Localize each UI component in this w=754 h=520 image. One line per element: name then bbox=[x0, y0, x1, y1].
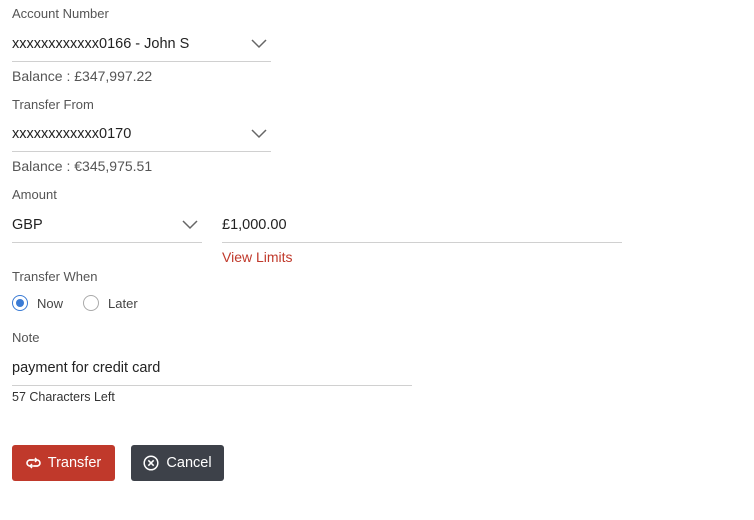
transfer-from-value: xxxxxxxxxxxx0170 bbox=[12, 125, 132, 142]
note-label: Note bbox=[12, 330, 40, 345]
currency-select[interactable]: GBP bbox=[12, 207, 202, 243]
radio-later[interactable] bbox=[83, 295, 100, 311]
account-balance: Balance : £347,997.22 bbox=[12, 68, 153, 84]
chevron-down-icon bbox=[251, 128, 267, 138]
transfer-button-label: Transfer bbox=[47, 455, 102, 471]
note-input[interactable]: payment for credit card bbox=[12, 350, 412, 386]
currency-value: GBP bbox=[12, 216, 43, 233]
chevron-down-icon bbox=[182, 219, 198, 229]
transfer-when-radio-group: Now Later bbox=[12, 295, 158, 311]
transfer-button[interactable]: Transfer bbox=[12, 445, 115, 481]
account-number-label: Account Number bbox=[12, 6, 109, 21]
account-number-select[interactable]: xxxxxxxxxxxx0166 - John S bbox=[12, 26, 271, 62]
account-number-value: xxxxxxxxxxxx0166 - John S bbox=[12, 35, 190, 52]
chevron-down-icon bbox=[251, 38, 267, 48]
transfer-icon bbox=[26, 457, 41, 469]
cancel-button-label: Cancel bbox=[166, 455, 212, 471]
amount-label: Amount bbox=[12, 187, 57, 202]
characters-left: 57 Characters Left bbox=[12, 390, 115, 404]
transfer-from-label: Transfer From bbox=[12, 97, 94, 112]
amount-input[interactable]: £1,000.00 bbox=[222, 207, 622, 243]
close-circle-icon bbox=[143, 455, 159, 471]
transfer-from-balance: Balance : €345,975.51 bbox=[12, 158, 153, 174]
radio-option-later[interactable]: Later bbox=[83, 295, 138, 311]
radio-later-label: Later bbox=[108, 295, 138, 311]
cancel-button[interactable]: Cancel bbox=[131, 445, 224, 481]
radio-now[interactable] bbox=[12, 295, 28, 311]
radio-now-label: Now bbox=[37, 295, 64, 311]
transfer-from-select[interactable]: xxxxxxxxxxxx0170 bbox=[12, 116, 271, 152]
view-limits-link[interactable]: View Limits bbox=[222, 249, 293, 265]
transfer-when-label: Transfer When bbox=[12, 269, 98, 284]
radio-option-now[interactable]: Now bbox=[12, 295, 63, 311]
